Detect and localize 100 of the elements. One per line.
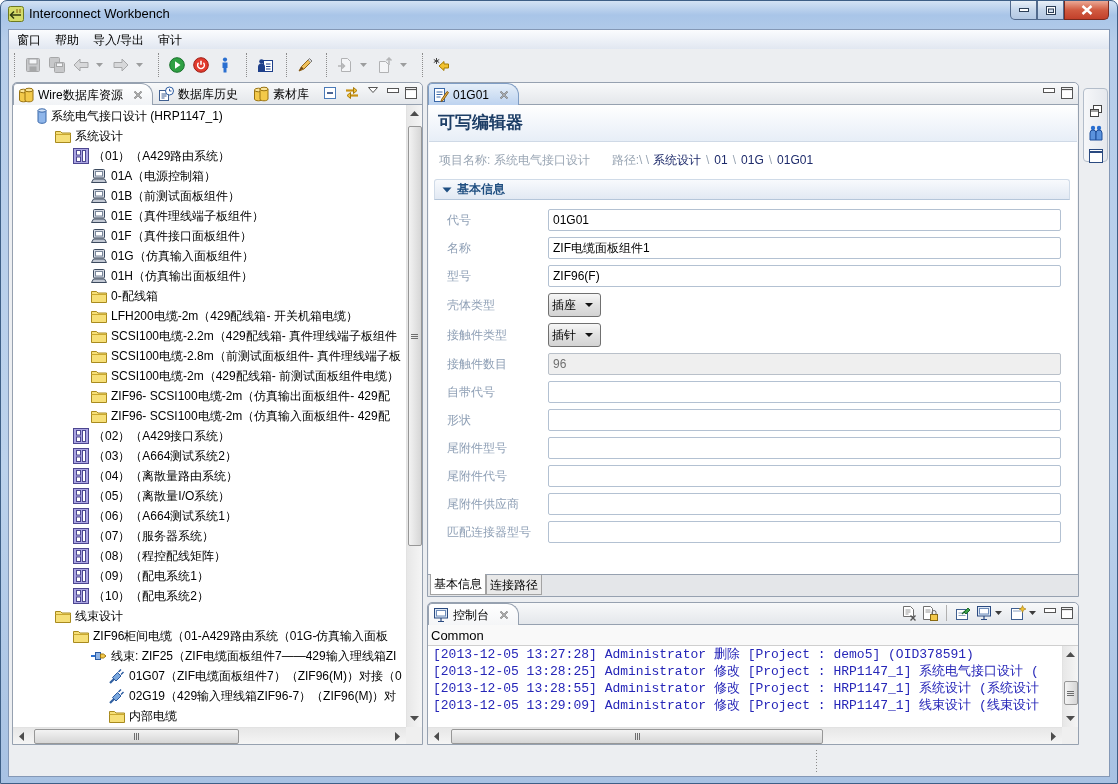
grip-icon[interactable] xyxy=(815,749,818,772)
text-field[interactable]: ZIF电缆面板组件1 xyxy=(548,237,1061,259)
vertical-scrollbar[interactable] xyxy=(1062,646,1078,727)
vertical-scrollbar[interactable] xyxy=(406,105,422,727)
caret-icon[interactable] xyxy=(995,610,1002,615)
tree-item[interactable]: 01G07（ZIF电缆面板组件7）（ZIF96(M)）对接（0 xyxy=(129,668,402,684)
tree-item[interactable]: SCSI100电缆-2m（429配线箱- 前测试面板组件电缆） xyxy=(111,368,400,384)
text-field[interactable] xyxy=(548,409,1061,431)
arrow-left-icon[interactable] xyxy=(19,731,24,741)
tree-item[interactable]: 线束: ZIF25（ZIF电缆面板组件7——429输入理线箱ZI xyxy=(111,648,397,664)
tree-item[interactable]: 01E（真件理线端子板组件） xyxy=(111,208,265,224)
triangle-down-icon[interactable] xyxy=(368,86,378,93)
power-icon[interactable] xyxy=(193,56,209,73)
horizontal-scrollbar[interactable] xyxy=(428,727,1062,744)
text-field[interactable] xyxy=(548,437,1061,459)
tree-item[interactable]: ZIF96- SCSI100电缆-2m（仿真输入面板组件- 429配 xyxy=(111,408,390,424)
editor-tab[interactable]: 01G01 xyxy=(428,83,520,105)
tree-item[interactable]: SCSI100电缆-2.8m（前测试面板组件- 真件理线端子板 xyxy=(111,348,402,364)
arrow-down-icon[interactable] xyxy=(410,716,419,721)
tree-item[interactable]: （08）（程控配线矩阵） xyxy=(93,548,227,564)
tree-item[interactable]: （01）（A429路由系统） xyxy=(93,148,231,164)
pencil-icon[interactable] xyxy=(297,56,313,73)
arrow-right-icon[interactable] xyxy=(1051,731,1056,741)
dropdown[interactable]: 插针 xyxy=(548,323,601,347)
maximize-icon[interactable] xyxy=(405,86,417,99)
tree-item[interactable]: 01A（电源控制箱） xyxy=(111,168,217,184)
arrow-up-icon[interactable] xyxy=(410,111,419,116)
minimize-button[interactable] xyxy=(1010,1,1037,20)
tree-item[interactable]: 系统电气接口设计 (HRP1147_1) xyxy=(51,108,223,124)
close-icon[interactable] xyxy=(499,609,509,620)
close-icon[interactable] xyxy=(499,89,510,100)
scrollbar-thumb[interactable] xyxy=(34,728,239,744)
tree-item[interactable]: 01B（前测试面板组件） xyxy=(111,188,241,204)
minus-box-icon[interactable] xyxy=(322,84,338,101)
tree-item[interactable]: SCSI100电缆-2.2m（429配线箱- 真件理线端子板组件 xyxy=(111,328,398,344)
text-field[interactable]: ZIF96(F) xyxy=(548,265,1061,287)
scrollbar-thumb[interactable] xyxy=(451,728,823,744)
tree-item[interactable]: 01G（仿真输入面板组件） xyxy=(111,248,254,264)
tree-item[interactable]: （06）（A664测试系统1） xyxy=(93,508,238,524)
view-tab[interactable]: 数据库历史 xyxy=(152,83,248,104)
tree-item[interactable]: 01H（仿真输出面板组件） xyxy=(111,268,253,284)
document-lock-icon[interactable] xyxy=(922,604,938,621)
close-icon[interactable] xyxy=(132,89,143,100)
tree-item[interactable]: （03）（A664测试系统2） xyxy=(93,448,238,464)
window-icon[interactable] xyxy=(1088,149,1103,163)
menu-item[interactable]: 导入/导出 xyxy=(86,30,152,49)
page-tab[interactable]: 基本信息 xyxy=(430,574,486,595)
text-field[interactable] xyxy=(548,381,1061,403)
tree-item[interactable]: （07）（服务器系统） xyxy=(93,528,215,544)
tree-item[interactable]: 0-配线箱 xyxy=(111,288,158,304)
caret-icon[interactable] xyxy=(1029,610,1036,615)
tree-item[interactable]: ZIF96柜间电缆（01-A429路由系统（01G-仿真输入面板 xyxy=(93,628,389,644)
minimize-icon[interactable] xyxy=(1043,88,1055,93)
arrow-down-icon[interactable] xyxy=(1066,716,1075,721)
maximize-icon[interactable] xyxy=(1061,606,1073,619)
tree-item[interactable]: 内部电缆 xyxy=(129,708,177,724)
dropdown[interactable]: 插座 xyxy=(548,293,601,317)
tree-item[interactable]: 系统设计 xyxy=(75,128,123,144)
minimize-icon[interactable] xyxy=(1044,608,1056,613)
tree-item[interactable]: 线束设计 xyxy=(75,608,123,624)
tree-item[interactable]: LFH200电缆-2m（429配线箱- 开关机箱电缆） xyxy=(111,308,358,324)
horizontal-scrollbar[interactable] xyxy=(13,727,406,744)
console-tab[interactable]: 控制台 xyxy=(428,603,519,625)
tree-item[interactable]: （09）（配电系统1） xyxy=(93,568,210,584)
path-link[interactable]: 01 xyxy=(714,153,728,167)
text-field[interactable] xyxy=(548,493,1061,515)
menu-item[interactable]: 窗口 xyxy=(10,30,48,49)
arrow-right-icon[interactable] xyxy=(395,731,400,741)
scrollbar-thumb[interactable] xyxy=(1063,681,1078,705)
star-arrow-icon[interactable] xyxy=(433,56,449,73)
play-icon[interactable] xyxy=(169,56,185,73)
tree-item[interactable]: （04）（离散量路由系统） xyxy=(93,468,239,484)
arrow-up-icon[interactable] xyxy=(1066,652,1075,657)
view-tab[interactable]: 素材库 xyxy=(247,83,319,104)
restore-icon[interactable] xyxy=(1089,105,1102,117)
path-link[interactable]: 01G xyxy=(741,153,764,167)
maximize-icon[interactable] xyxy=(1061,86,1073,99)
close-button[interactable] xyxy=(1064,1,1109,20)
maximize-button[interactable] xyxy=(1037,1,1064,20)
people-icon[interactable] xyxy=(1087,125,1104,141)
tree-item[interactable]: （05）（离散量I/O系统） xyxy=(93,488,231,504)
tree-item[interactable]: 01F（真件接口面板组件） xyxy=(111,228,252,244)
view-tab[interactable]: Wire数据库资源 xyxy=(13,83,153,105)
menu-item[interactable]: 帮助 xyxy=(48,30,86,49)
arrow-left-icon[interactable] xyxy=(434,731,439,741)
scrollbar-thumb[interactable] xyxy=(407,126,422,546)
swap-arrows-icon[interactable] xyxy=(344,84,360,101)
text-field[interactable] xyxy=(548,521,1061,543)
path-link[interactable]: 系统设计 xyxy=(653,151,701,169)
section-header[interactable]: 基本信息 xyxy=(434,179,1070,200)
text-field[interactable]: 01G01 xyxy=(548,209,1061,231)
monitor-icon[interactable] xyxy=(976,604,992,621)
tree-item[interactable]: 02G19（429输入理线箱ZIF96-7）（ZIF96(M)）对 xyxy=(129,688,397,704)
path-link[interactable]: 01G01 xyxy=(777,153,814,167)
person-card-icon[interactable] xyxy=(257,56,273,73)
page-tab[interactable]: 连接路径 xyxy=(486,575,542,595)
tree-item[interactable]: （02）（A429接口系统） xyxy=(93,428,231,444)
document-cross-icon[interactable] xyxy=(901,604,917,621)
menu-item[interactable]: 审计 xyxy=(151,30,190,49)
tree-item[interactable]: ZIF96- SCSI100电缆-2m（仿真输出面板组件- 429配 xyxy=(111,388,390,404)
